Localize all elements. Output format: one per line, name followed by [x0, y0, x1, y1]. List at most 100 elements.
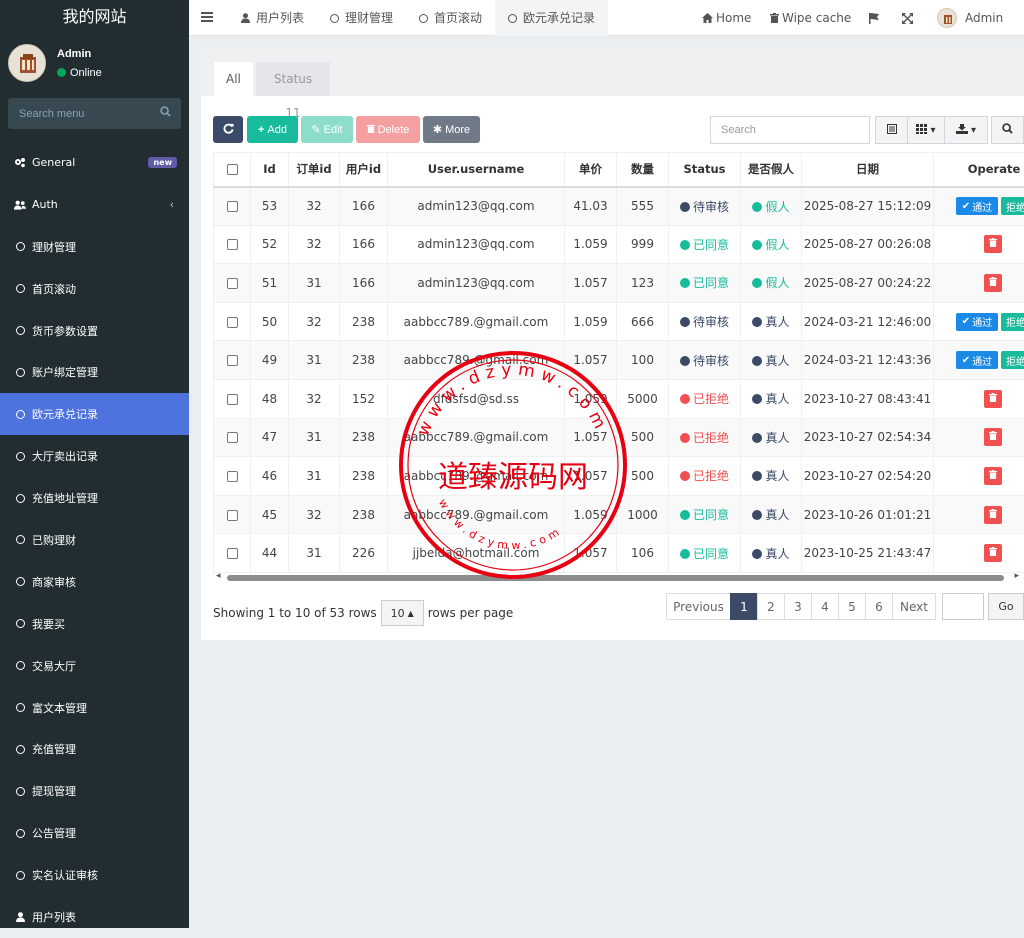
scroll-left-icon[interactable]: ◂: [216, 571, 221, 581]
table-row[interactable]: 5232166admin123@qq.com1.059999已同意假人2025-…: [214, 225, 1024, 264]
delete-row-button[interactable]: [984, 390, 1002, 408]
admin-menu[interactable]: Admin: [937, 0, 1003, 36]
horizontal-scrollbar[interactable]: ◂ ▸: [213, 571, 1024, 583]
table-row[interactable]: 4931238aabbcc789.@gmail.com1.057100待审核真人…: [214, 341, 1024, 380]
table-row[interactable]: 4731238aabbcc789.@gmail.com1.057500已拒绝真人…: [214, 418, 1024, 457]
table-row[interactable]: 4832152dfdsfsd@sd.ss1.0595000已拒绝真人2023-1…: [214, 379, 1024, 418]
tab-euro-records[interactable]: 欧元承兑记录: [495, 0, 608, 36]
scroll-thumb[interactable]: [227, 575, 1004, 581]
table-row[interactable]: 5332166admin123@qq.com41.03555待审核假人2025-…: [214, 187, 1024, 226]
refresh-button[interactable]: [213, 116, 243, 143]
row-checkbox[interactable]: [227, 510, 238, 521]
sidebar-item-9[interactable]: 已购理财: [0, 519, 189, 561]
table-row[interactable]: 5131166admin123@qq.com1.057123已同意假人2025-…: [214, 264, 1024, 303]
sidebar-item-2[interactable]: 理财管理: [0, 226, 189, 268]
delete-row-button[interactable]: [984, 428, 1002, 446]
more-button[interactable]: ✱More: [423, 116, 480, 143]
sidebar-item-13[interactable]: 富文本管理: [0, 687, 189, 729]
sidebar-item-15[interactable]: 提现管理: [0, 770, 189, 812]
col-quantity[interactable]: 数量: [617, 153, 669, 187]
row-checkbox[interactable]: [227, 355, 238, 366]
delete-row-button[interactable]: [984, 467, 1002, 485]
delete-row-button[interactable]: [984, 544, 1002, 562]
language-icon[interactable]: [869, 0, 879, 36]
page-5-button[interactable]: 5: [838, 593, 866, 620]
row-checkbox[interactable]: [227, 394, 238, 405]
table-row[interactable]: 4431226jjbelda@hotmail.com1.057106已同意真人2…: [214, 534, 1024, 573]
menu-toggle-icon[interactable]: [201, 11, 213, 26]
row-checkbox[interactable]: [227, 278, 238, 289]
export-button[interactable]: ▾: [944, 116, 988, 144]
approve-button[interactable]: ✔通过: [956, 197, 998, 215]
page-6-button[interactable]: 6: [865, 593, 893, 620]
go-button[interactable]: Go: [988, 593, 1024, 620]
delete-button[interactable]: Delete: [356, 116, 420, 143]
menu-search-input[interactable]: [8, 98, 181, 129]
tab-finance[interactable]: 理财管理: [330, 0, 393, 36]
sidebar-item-12[interactable]: 交易大厅: [0, 645, 189, 687]
advanced-search-button[interactable]: [991, 116, 1024, 144]
delete-row-button[interactable]: [984, 274, 1002, 292]
col-order-id[interactable]: 订单id: [289, 153, 340, 187]
sidebar-item-16[interactable]: 公告管理: [0, 812, 189, 854]
approve-button[interactable]: ✔通过: [956, 313, 998, 331]
sidebar-item-17[interactable]: 实名认证审核: [0, 854, 189, 896]
sidebar-item-0[interactable]: Generalnew: [0, 142, 189, 184]
row-checkbox[interactable]: [227, 317, 238, 328]
row-checkbox[interactable]: [227, 548, 238, 559]
page-size-select[interactable]: 10▲: [381, 600, 424, 626]
row-checkbox[interactable]: [227, 239, 238, 250]
sidebar-item-3[interactable]: 首页滚动: [0, 268, 189, 310]
col-is-fake[interactable]: 是否假人: [741, 153, 802, 187]
toggle-view-button[interactable]: [875, 116, 908, 144]
sidebar-item-6[interactable]: 欧元承兑记录: [0, 393, 189, 435]
sidebar-item-1[interactable]: Auth‹: [0, 184, 189, 226]
approve-button[interactable]: ✔通过: [956, 351, 998, 369]
row-checkbox[interactable]: [227, 432, 238, 443]
edit-button[interactable]: ✎Edit: [301, 116, 353, 143]
tab-user-list[interactable]: 用户列表: [241, 0, 304, 36]
row-checkbox[interactable]: [227, 201, 238, 212]
col-id[interactable]: Id: [251, 153, 289, 187]
reject-button[interactable]: 拒绝: [1001, 197, 1024, 215]
page-1-button[interactable]: 1: [730, 593, 758, 620]
columns-button[interactable]: ▾: [907, 116, 945, 144]
reject-button[interactable]: 拒绝: [1001, 313, 1024, 331]
sidebar-item-14[interactable]: 充值管理: [0, 728, 189, 770]
sidebar-item-10[interactable]: 商家审核: [0, 561, 189, 603]
table-row[interactable]: 4532238aabbcc789.@gmail.com1.0591000已同意真…: [214, 495, 1024, 534]
row-checkbox[interactable]: [227, 471, 238, 482]
page-2-button[interactable]: 2: [757, 593, 785, 620]
sidebar-item-5[interactable]: 账户绑定管理: [0, 351, 189, 393]
wipe-cache-link[interactable]: Wipe cache: [770, 0, 851, 36]
select-all-checkbox[interactable]: [227, 164, 238, 175]
fullscreen-icon[interactable]: [902, 0, 913, 36]
table-search-input[interactable]: [710, 116, 870, 144]
next-button[interactable]: Next: [892, 593, 936, 620]
site-logo[interactable]: 我的网站: [0, 0, 189, 33]
reject-button[interactable]: 拒绝: [1001, 351, 1024, 369]
sidebar-item-11[interactable]: 我要买: [0, 603, 189, 645]
table-row[interactable]: 4631238aabbcc789.@gmail.com1.057500已拒绝真人…: [214, 457, 1024, 496]
scroll-right-icon[interactable]: ▸: [1014, 571, 1019, 581]
page-3-button[interactable]: 3: [784, 593, 812, 620]
sidebar-item-18[interactable]: 用户列表: [0, 896, 189, 938]
sidebar-item-7[interactable]: 大厅卖出记录: [0, 435, 189, 477]
tab-home-scroll[interactable]: 首页滚动: [419, 0, 482, 36]
goto-page-input[interactable]: [942, 593, 984, 620]
page-4-button[interactable]: 4: [811, 593, 839, 620]
sidebar-item-4[interactable]: 货币参数设置: [0, 310, 189, 352]
col-price[interactable]: 单价: [565, 153, 617, 187]
tab-all[interactable]: All: [214, 62, 253, 96]
table-row[interactable]: 5032238aabbcc789.@gmail.com1.059666待审核真人…: [214, 302, 1024, 341]
delete-row-button[interactable]: [984, 235, 1002, 253]
home-link[interactable]: Home: [702, 0, 751, 36]
add-button[interactable]: +Add: [247, 116, 298, 143]
delete-row-button[interactable]: [984, 506, 1002, 524]
tab-status[interactable]: Status 11: [256, 62, 330, 96]
sidebar-item-8[interactable]: 充值地址管理: [0, 477, 189, 519]
col-date[interactable]: 日期: [802, 153, 934, 187]
col-username[interactable]: User.username: [388, 153, 565, 187]
previous-button[interactable]: Previous: [666, 593, 731, 620]
col-status[interactable]: Status: [669, 153, 741, 187]
